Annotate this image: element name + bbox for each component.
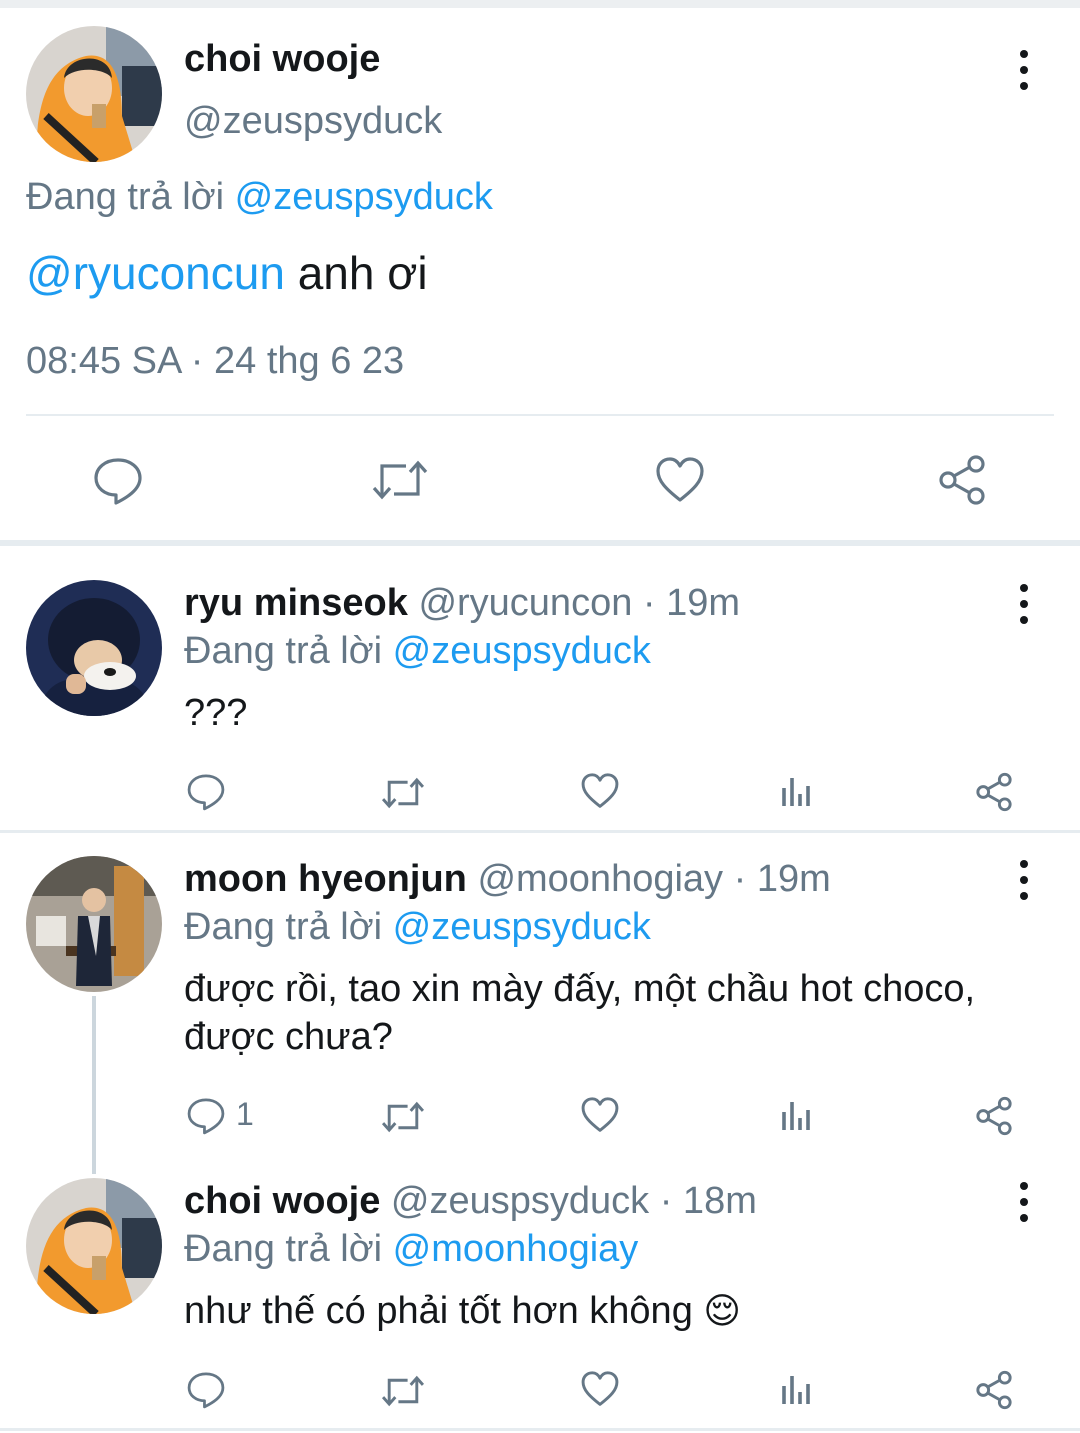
reply-text: như thế có phải tốt hơn không 😌	[184, 1290, 741, 1333]
share-icon[interactable]	[974, 1370, 1014, 1410]
reply-count: 1	[236, 1096, 254, 1132]
reply-icon[interactable]	[186, 1370, 226, 1410]
relieved-face-emoji: 😌	[703, 1290, 741, 1331]
replying-to-link[interactable]: @zeuspsyduck	[393, 630, 651, 672]
avatar[interactable]	[26, 1178, 162, 1314]
replying-prefix: Đang trả lời	[26, 176, 225, 218]
avatar[interactable]	[26, 580, 162, 716]
share-icon[interactable]	[936, 454, 988, 506]
divider	[0, 1428, 1080, 1431]
replying-to-line: Đang trả lời @zeuspsyduck	[184, 906, 651, 949]
share-icon[interactable]	[974, 1096, 1014, 1136]
replying-to-link[interactable]: @moonhogiay	[393, 1228, 639, 1270]
tweet-text: @ryuconcun anh ơi	[26, 246, 428, 300]
display-name[interactable]: choi wooje	[184, 38, 380, 81]
top-divider	[0, 0, 1080, 8]
like-icon[interactable]	[580, 1370, 620, 1408]
replying-to-link[interactable]: @zeuspsyduck	[393, 906, 651, 948]
reply-text-line: được rồi, tao xin mày đấy, một chầu hot …	[184, 968, 976, 1010]
handle[interactable]: @zeuspsyduck	[184, 100, 442, 143]
avatar[interactable]	[26, 856, 162, 992]
like-icon[interactable]	[580, 1096, 620, 1134]
timestamp[interactable]: 08:45 SA · 24 thg 6 23	[26, 340, 404, 383]
handle-time[interactable]: @zeuspsyduck · 18m	[391, 1180, 757, 1222]
like-icon[interactable]	[654, 456, 706, 504]
reply-header: moon hyeonjun @moonhogiay · 19m	[184, 858, 831, 901]
reply-header: ryu minseok @ryucuncon · 19m	[184, 582, 740, 625]
more-options-icon[interactable]	[1018, 584, 1030, 624]
reply-header: choi wooje @zeuspsyduck · 18m	[184, 1180, 757, 1223]
analytics-icon[interactable]	[780, 1372, 814, 1406]
reply-icon[interactable]	[186, 1096, 226, 1136]
avatar[interactable]	[26, 26, 162, 162]
mention-link[interactable]: @ryuconcun	[26, 247, 285, 299]
reply-body: như thế có phải tốt hơn không	[184, 1290, 693, 1332]
display-name[interactable]: moon hyeonjun	[184, 858, 467, 900]
divider	[26, 414, 1054, 416]
retweet-icon[interactable]	[380, 1372, 426, 1410]
more-options-icon[interactable]	[1018, 50, 1030, 90]
more-options-icon[interactable]	[1018, 860, 1030, 900]
replying-to-line: Đang trả lời @zeuspsyduck	[184, 630, 651, 673]
display-name[interactable]: choi wooje	[184, 1180, 380, 1222]
replying-to-link[interactable]: @zeuspsyduck	[235, 176, 493, 218]
replying-to-line: Đang trả lời @moonhogiay	[184, 1228, 638, 1271]
like-icon[interactable]	[580, 772, 620, 810]
replying-prefix: Đang trả lời	[184, 1228, 383, 1270]
more-options-icon[interactable]	[1018, 1182, 1030, 1222]
replying-prefix: Đang trả lời	[184, 906, 383, 948]
reply-text: ???	[184, 692, 248, 734]
retweet-icon[interactable]	[380, 774, 426, 812]
reply-text-line: được chưa?	[184, 1016, 393, 1058]
handle-time[interactable]: @ryucuncon · 19m	[418, 582, 740, 624]
retweet-icon[interactable]	[370, 456, 430, 504]
share-icon[interactable]	[974, 772, 1014, 812]
replying-to-line: Đang trả lời @zeuspsyduck	[26, 176, 493, 219]
analytics-icon[interactable]	[780, 774, 814, 808]
reply-icon[interactable]	[92, 456, 144, 506]
replying-prefix: Đang trả lời	[184, 630, 383, 672]
retweet-icon[interactable]	[380, 1098, 426, 1136]
divider	[0, 830, 1080, 833]
analytics-icon[interactable]	[780, 1098, 814, 1132]
reply-icon[interactable]	[186, 772, 226, 812]
tweet-body: anh ơi	[284, 247, 428, 299]
thread-line	[92, 996, 96, 1174]
handle-time[interactable]: @moonhogiay · 19m	[477, 858, 830, 900]
section-divider	[0, 540, 1080, 546]
display-name[interactable]: ryu minseok	[184, 582, 408, 624]
